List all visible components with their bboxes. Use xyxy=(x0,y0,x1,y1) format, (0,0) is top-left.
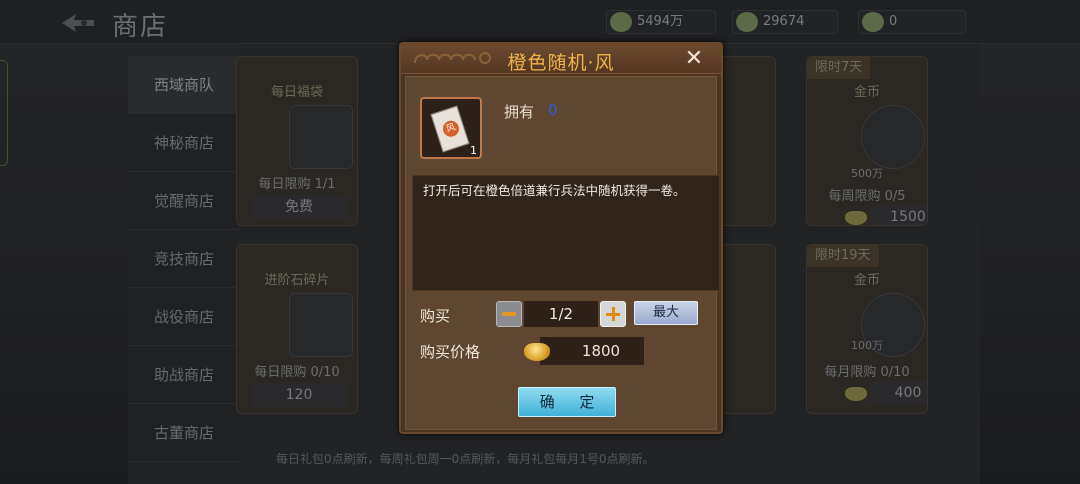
buy-label: 购买 xyxy=(420,307,451,325)
item-icon xyxy=(289,105,353,169)
card-limit: 每周限购 0/5 xyxy=(828,189,906,204)
card-qty: 500万 xyxy=(851,167,883,180)
confirm-button[interactable]: 确 定 xyxy=(518,387,616,417)
sidebar-item-arena-shop[interactable]: 竞技商店 xyxy=(128,230,240,288)
purchase-dialog: 橙色随机·风 ✕ 风 1 拥有 0 打开后可在橙色倍道兼行兵法中随机获得一卷。 … xyxy=(399,42,723,434)
card-price[interactable]: 120 xyxy=(251,383,347,407)
refresh-note: 每日礼包0点刷新，每周礼包周一0点刷新，每月礼包每月1号0点刷新。 xyxy=(276,452,655,466)
card-price[interactable]: 1500 xyxy=(869,205,927,225)
gold-ingot-icon xyxy=(736,12,758,32)
max-button[interactable]: 最大 xyxy=(634,301,698,325)
sidebar-item-western-caravan[interactable]: 西域商队 xyxy=(128,56,240,114)
silver-coin-icon xyxy=(610,12,632,32)
gold-ingot-icon xyxy=(524,343,550,361)
close-icon[interactable]: ✕ xyxy=(681,46,707,72)
item-seal-label: 风 xyxy=(440,118,462,139)
sidebar-item-awakening-shop[interactable]: 觉醒商店 xyxy=(128,172,240,230)
currency-silver-value: 5494万 xyxy=(637,14,684,29)
card-limit: 每日限购 1/1 xyxy=(258,177,336,192)
gold-coin-icon xyxy=(861,105,925,169)
increase-button[interactable] xyxy=(600,301,626,327)
decrease-button[interactable] xyxy=(496,301,522,327)
dialog-title: 橙色随机·风 xyxy=(507,52,615,74)
page-title: 商店 xyxy=(112,12,169,42)
item-description: 打开后可在橙色倍道兼行兵法中随机获得一卷。 xyxy=(412,175,720,291)
shop-card[interactable]: 进阶石碎片 每日限购 0/10 120 xyxy=(236,244,358,414)
shop-sidebar: 西域商队 神秘商店 觉醒商店 竞技商店 战役商店 助战商店 古董商店 xyxy=(128,56,240,484)
currency-silver: 5494万 xyxy=(606,10,716,34)
time-limit-badge: 限时19天 xyxy=(807,245,879,267)
card-limit: 每月限购 0/10 xyxy=(824,365,910,380)
owned-value: 0 xyxy=(548,101,558,119)
sidebar-item-campaign-shop[interactable]: 战役商店 xyxy=(128,288,240,346)
owned-label: 拥有 xyxy=(504,103,535,121)
currency-ticket: 0 xyxy=(858,10,966,34)
shop-card[interactable]: 限时19天 金币 100万 每月限购 0/10 400 xyxy=(806,244,928,414)
shop-card[interactable]: 每日福袋 每日限购 1/1 免费 xyxy=(236,56,358,226)
sidebar-item-assist-shop[interactable]: 助战商店 xyxy=(128,346,240,404)
currency-gold-value: 29674 xyxy=(763,14,805,29)
dialog-body: 风 1 拥有 0 打开后可在橙色倍道兼行兵法中随机获得一卷。 购买 1/2 最大… xyxy=(405,76,720,430)
shop-card[interactable]: 限时7天 金币 500万 每周限购 0/5 1500 xyxy=(806,56,928,226)
quantity-value: 1/2 xyxy=(524,301,598,327)
left-drawer-handle[interactable] xyxy=(0,60,8,166)
item-count: 1 xyxy=(470,144,477,157)
sidebar-item-antique-shop[interactable]: 古董商店 xyxy=(128,404,240,462)
card-name: 金币 xyxy=(853,273,880,288)
card-name: 金币 xyxy=(853,85,880,100)
currency-gold: 29674 xyxy=(732,10,838,34)
price-value: 1800 xyxy=(540,337,644,365)
card-qty: 100万 xyxy=(851,339,883,352)
card-name: 进阶石碎片 xyxy=(264,273,330,288)
card-price[interactable]: 免费 xyxy=(251,195,347,219)
dialog-header: 橙色随机·风 ✕ xyxy=(401,44,721,74)
price-label: 购买价格 xyxy=(420,343,481,361)
currency-ticket-value: 0 xyxy=(889,14,898,29)
card-name: 每日福袋 xyxy=(270,85,323,100)
sidebar-item-mystery-shop[interactable]: 神秘商店 xyxy=(128,114,240,172)
gold-ingot-icon xyxy=(845,211,867,225)
tactics-card-icon: 风 xyxy=(430,105,470,153)
card-price[interactable]: 400 xyxy=(869,381,927,405)
top-bar: 商店 5494万 29674 0 xyxy=(0,0,1080,44)
ticket-icon xyxy=(862,12,884,32)
item-icon xyxy=(289,293,353,357)
item-icon: 风 1 xyxy=(420,97,482,159)
time-limit-badge: 限时7天 xyxy=(807,57,871,79)
back-arrow-icon[interactable] xyxy=(60,10,96,36)
card-limit: 每日限购 0/10 xyxy=(254,365,340,380)
gold-ingot-icon xyxy=(845,387,867,401)
